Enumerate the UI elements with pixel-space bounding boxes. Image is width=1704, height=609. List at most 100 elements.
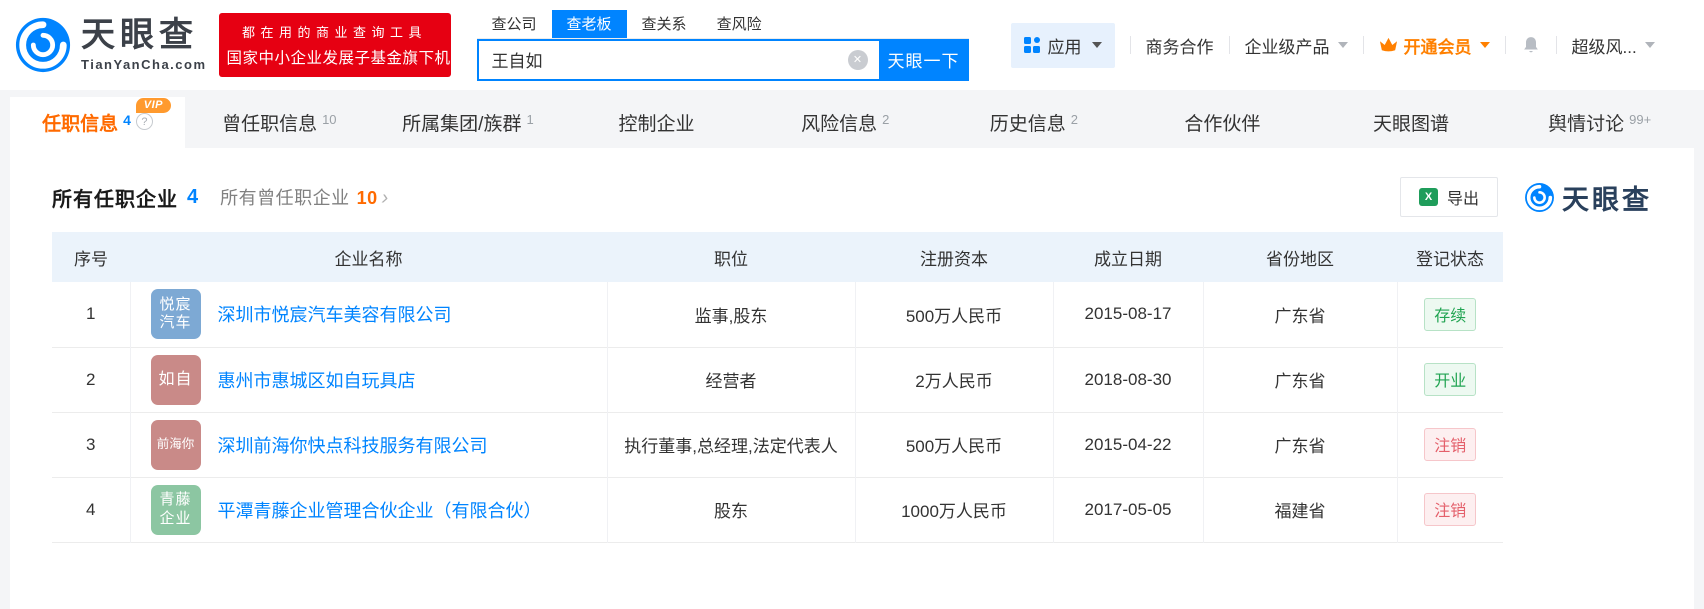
search-button[interactable]: 天眼一下 (879, 39, 969, 81)
position-cell: 监事,股东 (607, 282, 855, 347)
search-row: 天眼一下 (477, 39, 969, 81)
tab-history-info[interactable]: 历史信息 2 (940, 97, 1129, 148)
company-logo-badge: 如自 (151, 355, 201, 405)
row-index: 4 (52, 477, 130, 542)
company-logo-badge: 前海你 (151, 420, 201, 470)
section-header: 所有任职企业 4 所有曾任职企业 10 导出 天眼查 (52, 176, 1652, 218)
badge-text: 前海你 (157, 437, 195, 453)
nav-super-risk[interactable]: 超级风... (1572, 33, 1655, 58)
company-cell: 如自 惠州市惠城区如自玩具店 (130, 347, 607, 412)
province-cell: 福建省 (1203, 477, 1397, 542)
tab-label: 任职信息 (42, 109, 118, 136)
row-index: 3 (52, 412, 130, 477)
status-badge: 存续 (1424, 298, 1476, 331)
logo-domain: TianYanCha.com (81, 57, 207, 72)
tab-label: 历史信息 (990, 109, 1066, 136)
tab-count: 2 (882, 112, 889, 127)
divider (1130, 36, 1131, 54)
search-tab-risk[interactable]: 查风险 (702, 10, 777, 38)
site-header: 天眼查 TianYanCha.com 都在用的商业查询工具 国家中小企业发展子基… (0, 0, 1704, 90)
search-area: 查公司 查老板 查关系 查风险 天眼一下 (477, 10, 969, 81)
apps-menu[interactable]: 应用 (1011, 23, 1115, 68)
company-cell: 悦宸 汽车 深圳市悦宸汽车美容有限公司 (130, 282, 607, 347)
table-row: 1 悦宸 汽车 深圳市悦宸汽车美容有限公司 监事,股东 500万人民币 2015… (52, 282, 1503, 347)
tianyancha-logo[interactable]: 天眼查 TianYanCha.com (14, 16, 207, 74)
status-badge: 注销 (1424, 493, 1476, 526)
table-header-row: 序号 企业名称 职位 注册资本 成立日期 省份地区 登记状态 (52, 232, 1503, 282)
watermark-label: 天眼查 (1562, 178, 1652, 217)
tab-count: 2 (1071, 112, 1078, 127)
capital-cell: 500万人民币 (855, 412, 1053, 477)
former-companies-link[interactable]: 所有曾任职企业 10 (220, 184, 389, 210)
tab-controlled-companies[interactable]: 控制企业 (562, 97, 751, 148)
tab-label: 舆情讨论 (1548, 109, 1624, 136)
vip-badge: VIP (136, 98, 171, 113)
nav-business-cooperation[interactable]: 商务合作 (1146, 33, 1214, 58)
apps-grid-icon (1024, 37, 1040, 53)
search-tab-boss[interactable]: 查老板 (552, 10, 627, 38)
crown-icon (1379, 37, 1398, 53)
badge-text: 悦宸 (159, 296, 191, 315)
company-link[interactable]: 深圳前海你快点科技服务有限公司 (218, 432, 488, 458)
search-input[interactable] (479, 41, 879, 79)
tab-count: 99+ (1629, 112, 1651, 127)
tab-partners[interactable]: 合作伙伴 (1128, 97, 1317, 148)
tab-label: 曾任职信息 (222, 109, 317, 136)
company-cell: 青藤 企业 平潭青藤企业管理合伙企业（有限合伙） (130, 477, 607, 542)
company-logo-badge: 悦宸 汽车 (151, 289, 201, 339)
chevron-down-icon (1480, 42, 1490, 48)
notifications-button[interactable] (1521, 34, 1541, 56)
tab-label: 控制企业 (619, 109, 695, 136)
export-button[interactable]: 导出 (1400, 177, 1498, 217)
search-box (477, 39, 879, 81)
tab-label: 合作伙伴 (1184, 109, 1260, 136)
tab-group-cluster[interactable]: 所属集团/族群 1 (374, 97, 563, 148)
capital-cell: 1000万人民币 (855, 477, 1053, 542)
tab-position-info[interactable]: VIP 任职信息 4 (10, 97, 185, 148)
column-header: 职位 (607, 232, 855, 282)
date-cell: 2017-05-05 (1053, 477, 1203, 542)
enterprise-label: 企业级产品 (1245, 33, 1330, 58)
search-tab-company[interactable]: 查公司 (477, 10, 552, 38)
position-cell: 股东 (607, 477, 855, 542)
province-cell: 广东省 (1203, 347, 1397, 412)
row-index: 2 (52, 347, 130, 412)
help-icon[interactable] (136, 113, 153, 130)
company-link[interactable]: 深圳市悦宸汽车美容有限公司 (218, 301, 452, 327)
date-cell: 2015-08-17 (1053, 282, 1203, 347)
search-tab-relation[interactable]: 查关系 (627, 10, 702, 38)
divider (1556, 36, 1557, 54)
status-cell: 注销 (1397, 412, 1503, 477)
tab-label: 天眼图谱 (1373, 109, 1449, 136)
tab-graph[interactable]: 天眼图谱 (1317, 97, 1506, 148)
badge-text: 青藤 (159, 491, 191, 510)
tab-count: 10 (322, 112, 336, 127)
companies-table: 序号 企业名称 职位 注册资本 成立日期 省份地区 登记状态 1 悦宸 汽车 (52, 232, 1503, 543)
province-cell: 广东省 (1203, 282, 1397, 347)
position-cell: 执行董事,总经理,法定代表人 (607, 412, 855, 477)
tab-risk-info[interactable]: 风险信息 2 (751, 97, 940, 148)
profile-tabbar: VIP 任职信息 4 曾任职信息 10 所属集团/族群 1 控制企业 风险信息 … (10, 97, 1694, 148)
tab-count: 1 (526, 112, 533, 127)
date-cell: 2018-08-30 (1053, 347, 1203, 412)
status-cell: 开业 (1397, 347, 1503, 412)
nav-enterprise-products[interactable]: 企业级产品 (1245, 33, 1348, 58)
nav-open-membership[interactable]: 开通会员 (1379, 33, 1490, 58)
company-link[interactable]: 平潭青藤企业管理合伙企业（有限合伙） (218, 497, 542, 523)
tab-former-positions[interactable]: 曾任职信息 10 (185, 97, 374, 148)
tab-public-opinion[interactable]: 舆情讨论 99+ (1505, 97, 1694, 148)
company-link[interactable]: 惠州市惠城区如自玩具店 (218, 367, 416, 393)
tianyancha-watermark-icon (1524, 182, 1555, 213)
column-header: 注册资本 (855, 232, 1053, 282)
clear-icon[interactable] (848, 50, 868, 70)
badge-text: 企业 (159, 510, 191, 529)
company-logo-badge: 青藤 企业 (151, 485, 201, 535)
section-count: 4 (187, 186, 198, 209)
status-badge: 开业 (1424, 363, 1476, 396)
tab-count: 4 (123, 112, 131, 128)
former-companies-label: 所有曾任职企业 (220, 184, 350, 210)
section-title: 所有任职企业 (52, 183, 178, 212)
tianyancha-logo-icon (14, 16, 72, 74)
promo-banner: 都在用的商业查询工具 国家中小企业发展子基金旗下机构 (219, 13, 451, 77)
divider (1229, 36, 1230, 54)
